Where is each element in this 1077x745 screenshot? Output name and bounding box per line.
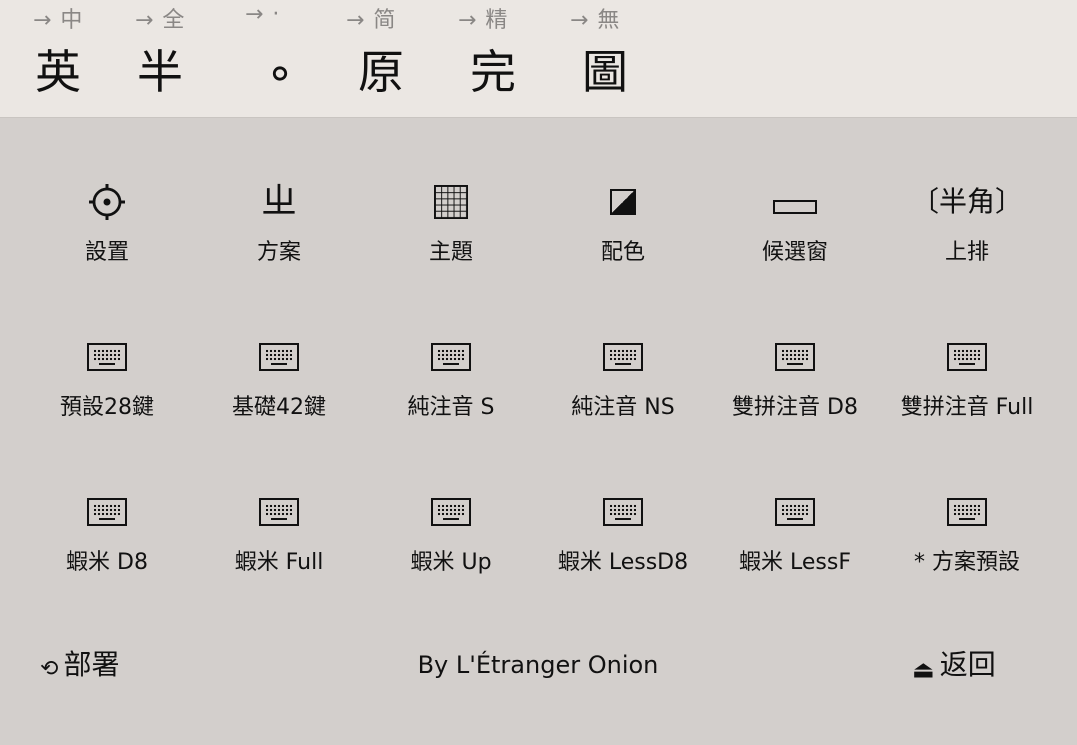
top-toggle-bar: → 中 英 → 全 半 → · ∘ → 简 原 → 精 完 → 無 圖	[0, 0, 1077, 118]
layout-button[interactable]: 蝦米 Up	[365, 482, 537, 622]
layout-button[interactable]: 基礎42鍵	[193, 327, 365, 467]
back-button[interactable]: ⏏ 返回	[912, 640, 996, 690]
grid-icon	[365, 172, 537, 232]
toggle-current: ∘	[265, 45, 295, 99]
half-width-icon: 〔半角〕	[881, 172, 1053, 232]
settings-button[interactable]: 設置	[21, 172, 193, 312]
layout-label: 基礎42鍵	[232, 395, 326, 420]
candidate-window-button[interactable]: 候選窗	[709, 172, 881, 312]
theme-button[interactable]: 主題	[365, 172, 537, 312]
keyboard-icon	[193, 482, 365, 542]
color-scheme-label: 配色	[600, 240, 645, 265]
toggle-hint: → 简	[346, 8, 397, 33]
half-filled-square-icon	[537, 172, 709, 232]
rectangle-icon	[709, 172, 881, 232]
toggle-full-half-width[interactable]: → 全 半	[135, 0, 245, 117]
layout-label: 蝦米 LessF	[739, 550, 851, 575]
layout-button[interactable]: * 方案預設	[881, 482, 1053, 622]
layout-label: 蝦米 LessD8	[557, 550, 689, 575]
layout-button[interactable]: 預設28鍵	[21, 327, 193, 467]
schema-button[interactable]: ㄓ 方案	[193, 172, 365, 312]
layout-label: 蝦米 Full	[234, 550, 324, 575]
layout-label: 純注音 NS	[571, 395, 675, 420]
layout-label: 雙拼注音 Full	[900, 395, 1034, 420]
keyboard-icon	[365, 482, 537, 542]
layout-button[interactable]: 純注音 S	[365, 327, 537, 467]
top-row-glyph: 〔半角〕	[910, 185, 1023, 218]
toggle-current: 原	[358, 45, 404, 99]
keyboard-icon	[881, 482, 1053, 542]
layout-button[interactable]: 純注音 NS	[537, 327, 709, 467]
deploy-label: 部署	[63, 648, 120, 681]
toggle-simplified-traditional[interactable]: → 简 原	[346, 0, 456, 117]
toggle-chinese-english[interactable]: → 中 英	[33, 0, 143, 117]
top-row-button[interactable]: 〔半角〕 上排	[881, 172, 1053, 312]
credit-text: By L'Étranger Onion	[417, 651, 659, 679]
keyboard-icon	[365, 327, 537, 387]
keyboard-icon	[881, 327, 1053, 387]
toggle-hint: → 全	[135, 8, 186, 33]
toggle-hint: → 無	[570, 8, 621, 33]
toggle-hint: → 精	[458, 8, 509, 33]
toggle-emoji[interactable]: → 無 圖	[570, 0, 680, 117]
deploy-icon: ⟲	[40, 656, 59, 682]
bopomofo-zh-icon: ㄓ	[193, 172, 365, 232]
deploy-button[interactable]: ⟲ 部署	[40, 640, 120, 690]
layout-button[interactable]: 蝦米 LessD8	[537, 482, 709, 622]
back-label: 返回	[939, 648, 996, 681]
layout-button[interactable]: 蝦米 D8	[21, 482, 193, 622]
toggle-punctuation[interactable]: → · ∘	[245, 0, 355, 117]
color-scheme-button[interactable]: 配色	[537, 172, 709, 312]
layout-label: 純注音 S	[407, 395, 495, 420]
layout-button[interactable]: 雙拼注音 D8	[709, 327, 881, 467]
keyboard-icon	[21, 327, 193, 387]
toggle-candidate-mode[interactable]: → 精 完	[458, 0, 568, 117]
theme-label: 主題	[428, 240, 473, 265]
top-row-label: 上排	[944, 240, 989, 265]
layout-button[interactable]: 雙拼注音 Full	[881, 327, 1053, 467]
layout-label: 預設28鍵	[60, 395, 154, 420]
toggle-current: 圖	[582, 45, 628, 99]
layout-label: 蝦米 D8	[66, 550, 148, 575]
toggle-current: 完	[470, 45, 516, 99]
toggle-hint: → 中	[33, 8, 84, 33]
keyboard-icon	[193, 327, 365, 387]
keyboard-icon	[537, 482, 709, 542]
layout-button[interactable]: 蝦米 Full	[193, 482, 365, 622]
layout-button[interactable]: 蝦米 LessF	[709, 482, 881, 622]
keyboard-icon	[21, 482, 193, 542]
toggle-current: 半	[137, 45, 183, 99]
candidate-window-label: 候選窗	[761, 240, 828, 265]
toggle-current: 英	[35, 45, 81, 99]
eject-icon: ⏏	[912, 655, 935, 684]
keyboard-icon	[709, 327, 881, 387]
schema-label: 方案	[256, 240, 301, 265]
schema-glyph: ㄓ	[260, 181, 297, 222]
gear-icon	[21, 172, 193, 232]
layout-label: * 方案預設	[914, 550, 1020, 575]
layout-label: 蝦米 Up	[410, 550, 492, 575]
layout-label: 雙拼注音 D8	[732, 395, 858, 420]
keyboard-icon	[537, 327, 709, 387]
settings-label: 設置	[84, 240, 129, 265]
toggle-hint: → ·	[245, 2, 281, 27]
keyboard-icon	[709, 482, 881, 542]
